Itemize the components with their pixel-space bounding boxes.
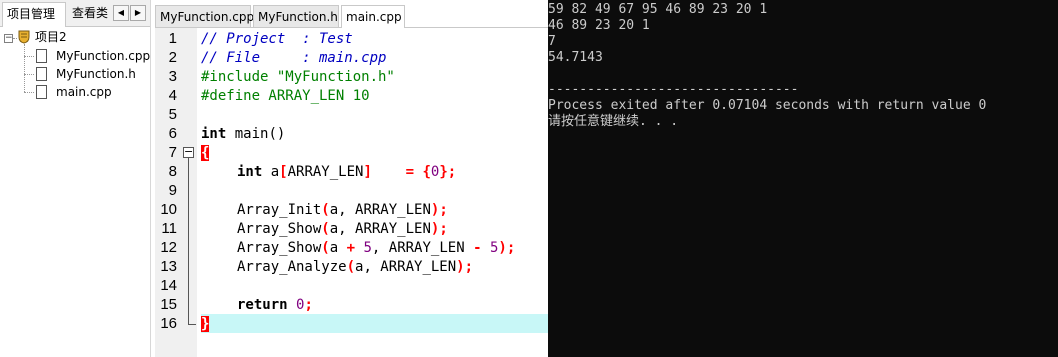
line-number: 14 — [160, 277, 177, 294]
line-number: 5 — [168, 106, 177, 123]
code-line: } — [201, 316, 210, 332]
code-line: // Project : Test — [201, 31, 353, 47]
line-number: 10 — [160, 201, 177, 218]
file-icon — [36, 85, 47, 99]
file-icon — [36, 49, 47, 63]
file-icon — [36, 67, 47, 81]
console-line: 54.7143 — [548, 50, 603, 65]
code-line: Array_Init(a, ARRAY_LEN); — [237, 202, 448, 218]
tree-item-file[interactable]: MyFunction.h — [56, 65, 136, 83]
code-line: Array_Show(a + 5, ARRAY_LEN - 5); — [237, 240, 516, 256]
code-text-area[interactable]: // Project : Test // File : main.cpp #in… — [201, 28, 548, 357]
file-tab-bar: MyFunction.cpp MyFunction.h main.cpp — [155, 3, 548, 28]
code-line: Array_Show(a, ARRAY_LEN); — [237, 221, 448, 237]
tab-myfunction-cpp[interactable]: MyFunction.cpp — [155, 5, 254, 27]
project-icon — [18, 30, 30, 44]
tree-connector — [24, 74, 34, 75]
tree-connector — [24, 44, 25, 92]
tree-item-file[interactable]: main.cpp — [56, 83, 112, 101]
file-name: MyFunction.cpp — [56, 49, 151, 63]
collapse-icon[interactable]: − — [4, 34, 13, 43]
line-number: 2 — [168, 49, 177, 66]
console-line: Process exited after 0.07104 seconds wit… — [548, 98, 987, 113]
tab-scroll-right-icon[interactable]: ▶ — [130, 5, 146, 21]
line-number: 3 — [168, 68, 177, 85]
console-line: 46 89 23 20 1 — [548, 18, 650, 33]
file-name: main.cpp — [56, 85, 112, 99]
project-panel: 项目管理 查看类 ◀ ▶ − 项目2 MyFunction.cpp MyFunc… — [0, 0, 151, 357]
console-prompt: 请按任意键继续. . . — [548, 114, 679, 129]
code-editor: MyFunction.cpp MyFunction.h main.cpp 1 2… — [155, 0, 548, 357]
tab-project-manager[interactable]: 项目管理 — [2, 2, 66, 27]
console-line: 7 — [548, 34, 556, 49]
tab-class-view[interactable]: 查看类 — [68, 2, 114, 24]
tree-connector — [24, 56, 34, 57]
line-number: 16 — [160, 315, 177, 332]
console-line: 59 82 49 67 95 46 89 23 20 1 — [548, 2, 768, 17]
project-name: 项目2 — [35, 30, 67, 44]
tab-main-cpp[interactable]: main.cpp — [341, 5, 405, 28]
code-line: { — [201, 145, 210, 161]
tree-connector — [24, 92, 34, 93]
line-number: 9 — [168, 182, 177, 199]
file-name: MyFunction.h — [56, 67, 136, 81]
tree-item-file[interactable]: MyFunction.cpp — [56, 47, 150, 65]
panel-tab-bar: 项目管理 查看类 ◀ ▶ — [0, 0, 150, 27]
tree-item-project[interactable]: 项目2 — [35, 28, 67, 46]
line-number: 1 — [168, 30, 177, 47]
code-line: #define ARRAY_LEN 10 — [201, 88, 370, 104]
tab-myfunction-h[interactable]: MyFunction.h — [253, 5, 339, 27]
code-line: // File : main.cpp — [201, 50, 387, 66]
line-number: 4 — [168, 87, 177, 104]
line-number: 11 — [161, 220, 177, 237]
console-separator: -------------------------------- — [548, 82, 799, 97]
code-line: #include "MyFunction.h" — [201, 69, 395, 85]
line-number: 6 — [168, 125, 177, 142]
code-line: return 0; — [237, 297, 313, 313]
line-number: 13 — [160, 258, 177, 275]
console-window[interactable]: 59 82 49 67 95 46 89 23 20 1 46 89 23 20… — [548, 0, 1058, 357]
line-number: 7 — [168, 144, 177, 161]
line-number: 12 — [160, 239, 177, 256]
code-line: Array_Analyze(a, ARRAY_LEN); — [237, 259, 474, 275]
line-number: 8 — [168, 163, 177, 180]
current-line-highlight — [201, 314, 548, 333]
fold-guide-end — [188, 324, 196, 325]
line-number: 15 — [160, 296, 177, 313]
code-line: int a[ARRAY_LEN] = {0}; — [237, 164, 457, 180]
line-number-gutter: 1 2 3 4 5 6 7 8 9 10 11 12 13 14 15 16 − — [155, 28, 197, 357]
code-line: int main() — [201, 126, 286, 142]
fold-collapse-icon[interactable]: − — [183, 146, 194, 158]
tab-scroll-left-icon[interactable]: ◀ — [113, 5, 129, 21]
fold-guide — [188, 158, 189, 324]
